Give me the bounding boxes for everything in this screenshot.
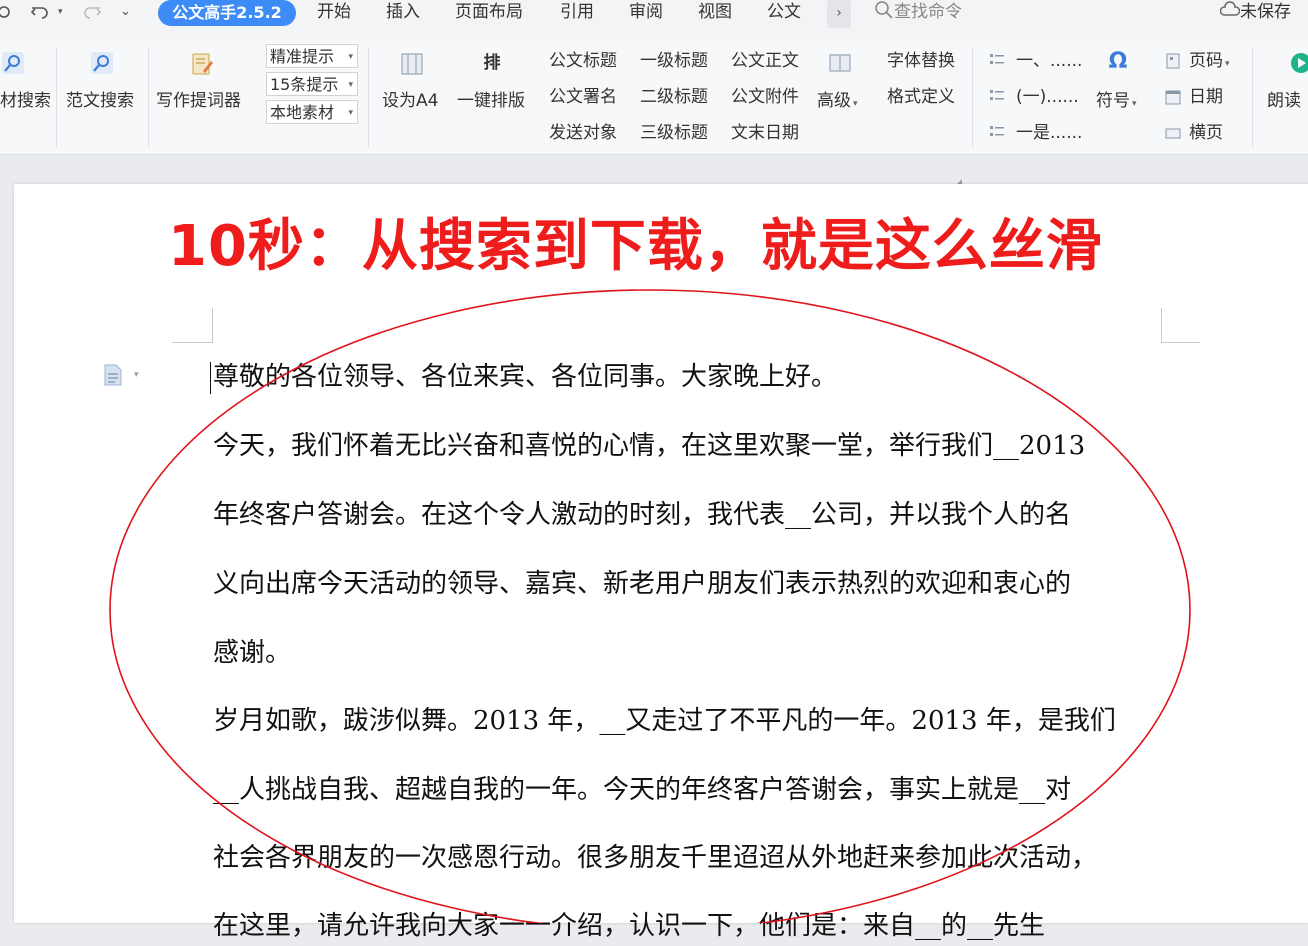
tab-references[interactable]: 引用 <box>560 0 594 26</box>
landscape-button[interactable]: 横页 <box>1189 122 1223 144</box>
local-material-select[interactable]: 本地素材 ▾ <box>266 100 358 124</box>
ribbon-divider <box>56 48 57 148</box>
layout-icon: 排 <box>483 53 501 73</box>
writing-prompter-button[interactable]: 写作提词器 <box>156 90 241 112</box>
end-date-button[interactable]: 文末日期 <box>731 122 799 144</box>
landscape-page-icon <box>1165 128 1181 139</box>
advanced-label: 高级 <box>817 91 851 111</box>
ribbon-divider <box>148 48 149 148</box>
doc-text-line[interactable]: 尊敬的各位领导、各位来宾、各位同事。大家晚上好。 <box>213 357 1163 397</box>
tab-gongwen-gaoshou[interactable]: 公文高手2.5.2 <box>158 0 296 26</box>
heading-3-button[interactable]: 三级标题 <box>640 122 708 144</box>
paragraph-format-icon[interactable] <box>104 364 122 386</box>
page-number-icon <box>1166 53 1180 69</box>
doc-text-line[interactable]: __人挑战自我、超越自我的一年。今天的年终客户答谢会，事实上就是__对 <box>213 770 1163 810</box>
ribbon-divider <box>368 48 369 148</box>
date-button[interactable]: 日期 <box>1189 86 1223 108</box>
command-search[interactable]: 查找命令 <box>874 0 962 26</box>
preview-icon[interactable] <box>0 0 14 26</box>
tab-page-layout[interactable]: 页面布局 <box>455 0 523 26</box>
chevron-down-icon: ▾ <box>348 80 353 90</box>
a4-page-icon <box>401 53 423 75</box>
search-placeholder: 查找命令 <box>894 2 962 22</box>
save-status[interactable]: 未保存 <box>1219 0 1291 26</box>
tab-review[interactable]: 审阅 <box>629 0 663 26</box>
prompt-count-select[interactable]: 15条提示 ▾ <box>266 72 358 96</box>
doc-text-line[interactable]: 年终客户答谢会。在这个令人激动的时刻，我代表__公司，并以我个人的名 <box>213 495 1163 535</box>
read-aloud-button[interactable]: 朗读 <box>1267 90 1301 112</box>
tab-insert[interactable]: 插入 <box>386 0 420 26</box>
cloud-sync-icon <box>1219 1 1241 16</box>
ribbon-divider <box>1252 48 1253 148</box>
doc-text-line[interactable]: 在这里，请允许我向大家一一介绍，认识一下，他们是：来自__的__先生 <box>213 906 1163 946</box>
prompt-count-value: 15条提示 <box>270 75 339 94</box>
page-number-label: 页码 <box>1189 51 1223 71</box>
one-key-layout-button[interactable]: 一键排版 <box>457 90 525 112</box>
more-tabs-button[interactable]: › <box>827 0 851 28</box>
doc-text-line[interactable]: 今天，我们怀着无比兴奋和喜悦的心情，在这里欢聚一堂，举行我们__2013 <box>213 426 1163 466</box>
precision-prompt-select[interactable]: 精准提示 ▾ <box>266 44 358 68</box>
advanced-button[interactable]: 高级 ▾ <box>817 90 858 115</box>
save-status-label: 未保存 <box>1240 2 1291 22</box>
material-search-button[interactable]: 材搜索 <box>0 90 51 112</box>
set-a4-button[interactable]: 设为A4 <box>382 90 438 112</box>
tab-home[interactable]: 开始 <box>317 0 351 26</box>
chevron-down-icon: ▾ <box>1225 59 1230 69</box>
omega-symbol-icon: Ω <box>1108 49 1128 74</box>
chevron-down-icon: ▾ <box>348 108 353 118</box>
symbol-label: 符号 <box>1096 91 1130 111</box>
chevron-down-icon[interactable]: ▾ <box>134 370 139 380</box>
doc-text-line[interactable]: 岁月如歌，跋涉似舞。2013 年，__又走过了不平凡的一年。2013 年，是我们 <box>213 701 1163 741</box>
material-search-icon <box>2 52 24 74</box>
doc-text-line[interactable]: 社会各界朋友的一次感恩行动。很多朋友千里迢迢从外地赶来参加此次活动， <box>213 838 1163 878</box>
sample-search-icon <box>91 52 113 74</box>
doc-attachment-button[interactable]: 公文附件 <box>731 86 799 108</box>
doc-text-line[interactable]: 义向出席今天活动的领导、嘉宾、新老用户朋友们表示热烈的欢迎和衷心的 <box>213 564 1163 604</box>
heading-1-button[interactable]: 一级标题 <box>640 50 708 72</box>
customize-chevron-down-icon[interactable]: ⌄ <box>120 0 131 26</box>
doc-body-button[interactable]: 公文正文 <box>731 50 799 72</box>
redo-icon[interactable] <box>82 0 102 26</box>
list-icon <box>990 90 1004 100</box>
sample-search-button[interactable]: 范文搜索 <box>66 90 134 112</box>
format-define-button[interactable]: 格式定义 <box>887 86 955 108</box>
book-icon <box>829 54 851 72</box>
ribbon: 材搜索 范文搜索 写作提词器 精准提示 ▾ 15条提示 ▾ 本地素材 ▾ 设为A4 排… <box>0 40 1308 188</box>
tab-view[interactable]: 视图 <box>698 0 732 26</box>
chevron-down-icon: ▾ <box>348 52 353 62</box>
headline-overlay: 10秒：从搜索到下载，就是这么丝滑 <box>168 214 1103 279</box>
page-number-button[interactable]: 页码 ▾ <box>1189 50 1230 75</box>
numbering-level-3-button[interactable]: 一是...... <box>1016 122 1082 144</box>
list-icon <box>990 54 1004 64</box>
doc-signature-button[interactable]: 公文署名 <box>549 86 617 108</box>
search-icon <box>875 1 893 19</box>
menu-bar: ▾ ⌄ 公文高手2.5.2 开始 插入 页面布局 引用 审阅 视图 公文 › 查… <box>0 0 1308 40</box>
writing-prompter-icon <box>192 53 213 75</box>
ribbon-divider <box>972 48 973 148</box>
send-target-button[interactable]: 发送对象 <box>549 122 617 144</box>
doc-title-button[interactable]: 公文标题 <box>549 50 617 72</box>
margin-corner-top-left <box>172 308 213 343</box>
calendar-icon <box>1165 90 1181 105</box>
precision-prompt-value: 精准提示 <box>270 47 335 66</box>
heading-2-button[interactable]: 二级标题 <box>640 86 708 108</box>
numbering-level-2-button[interactable]: (一)...... <box>1016 86 1079 108</box>
list-icon <box>990 126 1004 136</box>
text-cursor <box>210 362 211 394</box>
chevron-down-icon: ▾ <box>1132 99 1137 109</box>
symbol-button[interactable]: 符号 ▾ <box>1096 90 1137 115</box>
play-icon <box>1291 53 1308 73</box>
doc-text-line[interactable]: 感谢。 <box>213 633 1163 673</box>
undo-icon[interactable] <box>30 0 50 26</box>
font-replace-button[interactable]: 字体替换 <box>887 50 955 72</box>
margin-corner-top-right <box>1161 308 1200 343</box>
document-page[interactable] <box>14 184 1308 923</box>
chevron-down-icon: ▾ <box>853 99 858 109</box>
tab-gongwen[interactable]: 公文 <box>767 0 801 26</box>
undo-dropdown-icon[interactable]: ▾ <box>58 0 63 26</box>
numbering-level-1-button[interactable]: 一、...... <box>1016 50 1082 72</box>
local-material-value: 本地素材 <box>270 103 335 122</box>
